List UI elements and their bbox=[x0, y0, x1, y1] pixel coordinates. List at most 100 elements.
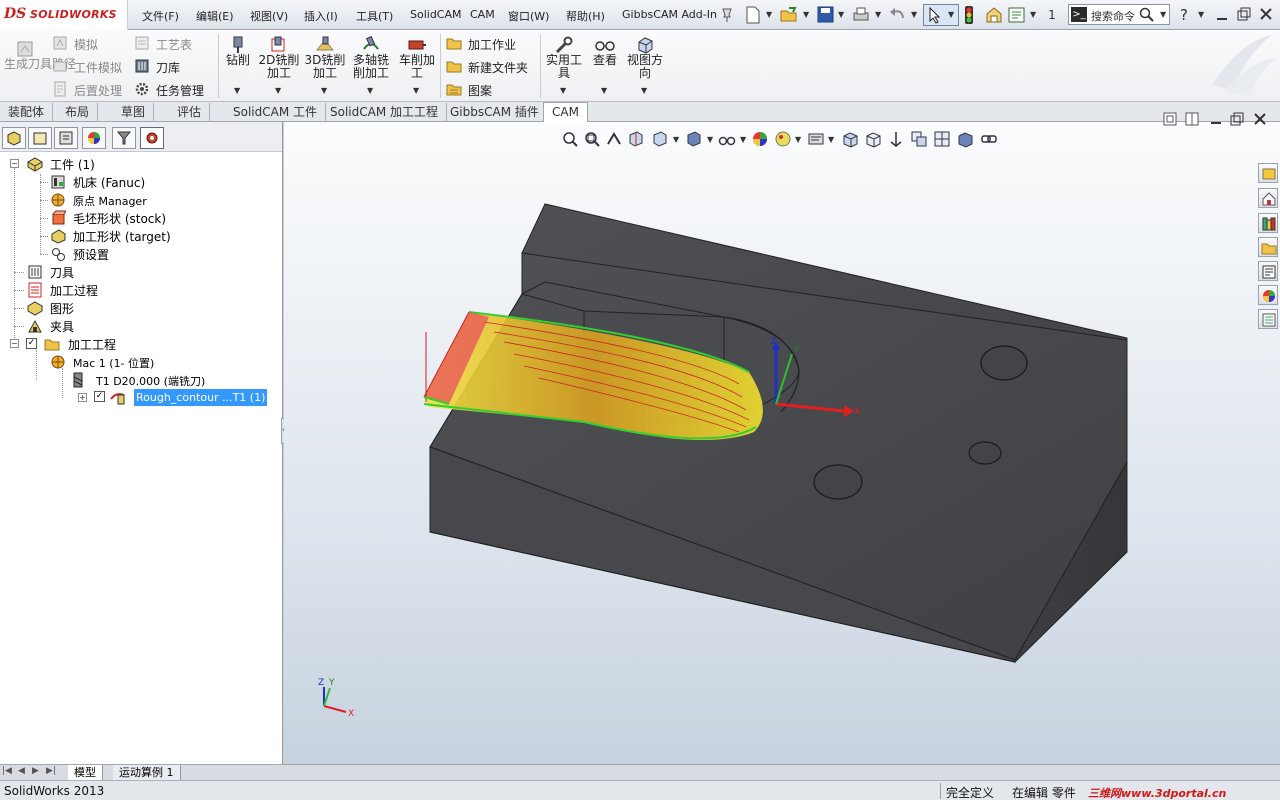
tab-solidcam-project[interactable]: SolidCAM 加工工程 bbox=[322, 103, 448, 122]
print-icon[interactable] bbox=[852, 6, 870, 24]
menu-view[interactable]: 视图(V) bbox=[250, 8, 288, 24]
traffic-light-icon[interactable] bbox=[964, 5, 974, 25]
view-button[interactable]: 查看 ▼ bbox=[588, 34, 622, 98]
tree-item-machine[interactable]: 机床 (Fanuc) bbox=[73, 174, 145, 191]
tab-cam[interactable]: CAM bbox=[543, 102, 588, 123]
select-tool-button[interactable]: ▼ bbox=[923, 4, 959, 26]
tree-item-machining-project[interactable]: 加工工程 bbox=[68, 336, 116, 353]
restore-window-icon[interactable] bbox=[1236, 6, 1252, 22]
process-sheet-button[interactable]: 工艺表 bbox=[156, 36, 192, 53]
chevron-down-icon[interactable]: ▼ bbox=[838, 10, 844, 19]
tab-evaluate[interactable]: 评估 bbox=[169, 103, 211, 122]
search-icon[interactable] bbox=[1139, 7, 1155, 23]
cam-tree-tab[interactable] bbox=[140, 127, 164, 149]
tab-solidcam-part[interactable]: SolidCAM 工件 bbox=[225, 103, 327, 122]
chevron-down-icon[interactable]: ▼ bbox=[911, 10, 917, 19]
generate-toolpath-button[interactable]: 生成刀具路径 bbox=[4, 58, 76, 71]
post-process-button[interactable]: 后置处理 bbox=[74, 82, 122, 99]
collapse-toggle[interactable]: − bbox=[10, 159, 19, 168]
stock-simulation-button[interactable]: 工件模拟 bbox=[74, 59, 122, 76]
next-tab-arrow-icon[interactable]: ▶ bbox=[32, 766, 39, 776]
tree-item-process[interactable]: 加工过程 bbox=[50, 282, 98, 299]
home-button[interactable] bbox=[1258, 188, 1278, 208]
chevron-down-icon[interactable]: ▼ bbox=[875, 10, 881, 19]
menu-file[interactable]: 文件(F) bbox=[142, 8, 179, 24]
search-commands-field[interactable]: >_ 搜索命令 ▼ bbox=[1068, 4, 1170, 25]
tab-assembly[interactable]: 装配体 bbox=[0, 103, 54, 122]
first-tab-arrow-icon[interactable]: |◀ bbox=[2, 766, 12, 776]
menu-window[interactable]: 窗口(W) bbox=[508, 8, 549, 24]
expand-toggle[interactable]: + bbox=[78, 393, 87, 402]
menu-help[interactable]: 帮助(H) bbox=[566, 8, 605, 24]
machining-job-button[interactable]: 加工作业 bbox=[468, 36, 516, 53]
prev-tab-arrow-icon[interactable]: ◀ bbox=[18, 766, 25, 776]
minimize-window-icon[interactable] bbox=[1214, 7, 1230, 23]
tool-library-button[interactable]: 刀库 bbox=[156, 59, 180, 76]
file-properties-icon[interactable] bbox=[1008, 6, 1026, 24]
filter-tab[interactable] bbox=[112, 127, 136, 149]
pattern-button[interactable]: 图案 bbox=[468, 82, 492, 99]
tab-sketch[interactable]: 草图 bbox=[113, 103, 155, 122]
tree-item-workpiece[interactable]: 工件 (1) bbox=[50, 156, 95, 173]
simulate-button[interactable]: 模拟 bbox=[74, 36, 98, 53]
chevron-down-icon[interactable]: ▼ bbox=[1198, 10, 1204, 19]
tree-item-stock[interactable]: 毛坯形状 (stock) bbox=[73, 210, 166, 227]
last-tab-arrow-icon[interactable]: ▶| bbox=[46, 766, 56, 776]
tab-scroll-buttons[interactable]: |◀ ◀ ▶ ▶| bbox=[2, 766, 64, 780]
menu-insert[interactable]: 插入(I) bbox=[304, 8, 338, 24]
design-library-button[interactable] bbox=[1258, 213, 1278, 233]
tree-item-fixture[interactable]: 夹具 bbox=[50, 318, 74, 335]
property-manager-tab[interactable] bbox=[28, 127, 52, 149]
project-checkbox[interactable]: ✓ bbox=[26, 338, 37, 349]
utilities-button[interactable]: 实用工 具 ▼ bbox=[544, 34, 584, 98]
display-manager-tab[interactable] bbox=[82, 127, 106, 149]
tree-item-rough-contour[interactable]: Rough_contour ...T1 (1) bbox=[134, 389, 268, 406]
open-folder-icon[interactable] bbox=[780, 6, 798, 24]
tab-gibbscam-plugin[interactable]: GibbsCAM 插件 bbox=[442, 103, 548, 122]
chevron-down-icon[interactable]: ▼ bbox=[1030, 10, 1036, 19]
task-manager-button[interactable]: 任务管理 bbox=[156, 82, 204, 99]
2d-milling-button[interactable]: 2D铣削 加工 ▼ bbox=[258, 34, 300, 98]
feature-tree-tab[interactable] bbox=[2, 127, 26, 149]
menu-cam[interactable]: CAM bbox=[470, 8, 495, 21]
help-button[interactable]: ? bbox=[1176, 6, 1192, 24]
undo-icon[interactable] bbox=[888, 6, 906, 24]
drilling-button[interactable]: 钻削 ▼ bbox=[224, 34, 252, 98]
chevron-down-icon[interactable]: ▼ bbox=[1160, 10, 1166, 19]
custom-properties-button[interactable] bbox=[1258, 309, 1278, 329]
collapse-toggle[interactable]: − bbox=[10, 339, 19, 348]
tree-item-preset[interactable]: 预设置 bbox=[73, 246, 109, 263]
chevron-down-icon[interactable]: ▼ bbox=[803, 10, 809, 19]
tree-item-tool-t1[interactable]: T1 D20.000 (端铣刀) bbox=[96, 373, 205, 389]
new-document-icon[interactable] bbox=[745, 6, 761, 24]
tab-motion-study[interactable]: 运动算例 1 bbox=[113, 765, 181, 781]
close-window-icon[interactable] bbox=[1258, 6, 1274, 22]
chevron-down-icon[interactable]: ▼ bbox=[766, 10, 772, 19]
pin-icon[interactable] bbox=[720, 7, 734, 23]
file-explorer-button[interactable] bbox=[1258, 237, 1278, 257]
3d-milling-button[interactable]: 3D铣削 加工 ▼ bbox=[304, 34, 346, 98]
tab-model[interactable]: 模型 bbox=[68, 765, 103, 781]
menu-tools[interactable]: 工具(T) bbox=[356, 8, 393, 24]
menu-solidcam[interactable]: SolidCAM bbox=[410, 8, 462, 21]
graphics-viewport[interactable]: ▼ ▼ ▼ ▼ ▼ X Z Y X Z Y bbox=[284, 112, 1280, 764]
solidworks-resources-button[interactable] bbox=[1258, 163, 1278, 183]
tree-item-mac-setup[interactable]: Mac 1 (1- 位置) bbox=[73, 355, 154, 371]
menu-gibbscam[interactable]: GibbsCAM Add-In bbox=[622, 8, 717, 21]
tree-item-tools[interactable]: 刀具 bbox=[50, 264, 74, 281]
save-icon[interactable] bbox=[817, 6, 834, 23]
operation-checkbox[interactable]: ✓ bbox=[94, 391, 105, 402]
tree-item-origin-manager[interactable]: 原点 Manager bbox=[73, 193, 147, 209]
tree-item-target[interactable]: 加工形状 (target) bbox=[73, 228, 171, 245]
view-palette-button[interactable] bbox=[1258, 261, 1278, 281]
new-folder-button[interactable]: 新建文件夹 bbox=[468, 59, 528, 76]
tree-item-geometry[interactable]: 图形 bbox=[50, 300, 74, 317]
options-gear-icon[interactable] bbox=[985, 6, 1003, 24]
tab-layout[interactable]: 布局 bbox=[57, 103, 99, 122]
menu-edit[interactable]: 编辑(E) bbox=[196, 8, 234, 24]
appearances-button[interactable] bbox=[1258, 285, 1278, 305]
3d-model-scene[interactable]: X Z Y X Z Y bbox=[284, 122, 1280, 764]
configuration-tab[interactable] bbox=[54, 127, 78, 149]
view-orientation-button[interactable]: 视图方 向 ▼ bbox=[624, 34, 666, 98]
multiaxis-milling-button[interactable]: 多轴铣 削加工 ▼ bbox=[350, 34, 392, 98]
